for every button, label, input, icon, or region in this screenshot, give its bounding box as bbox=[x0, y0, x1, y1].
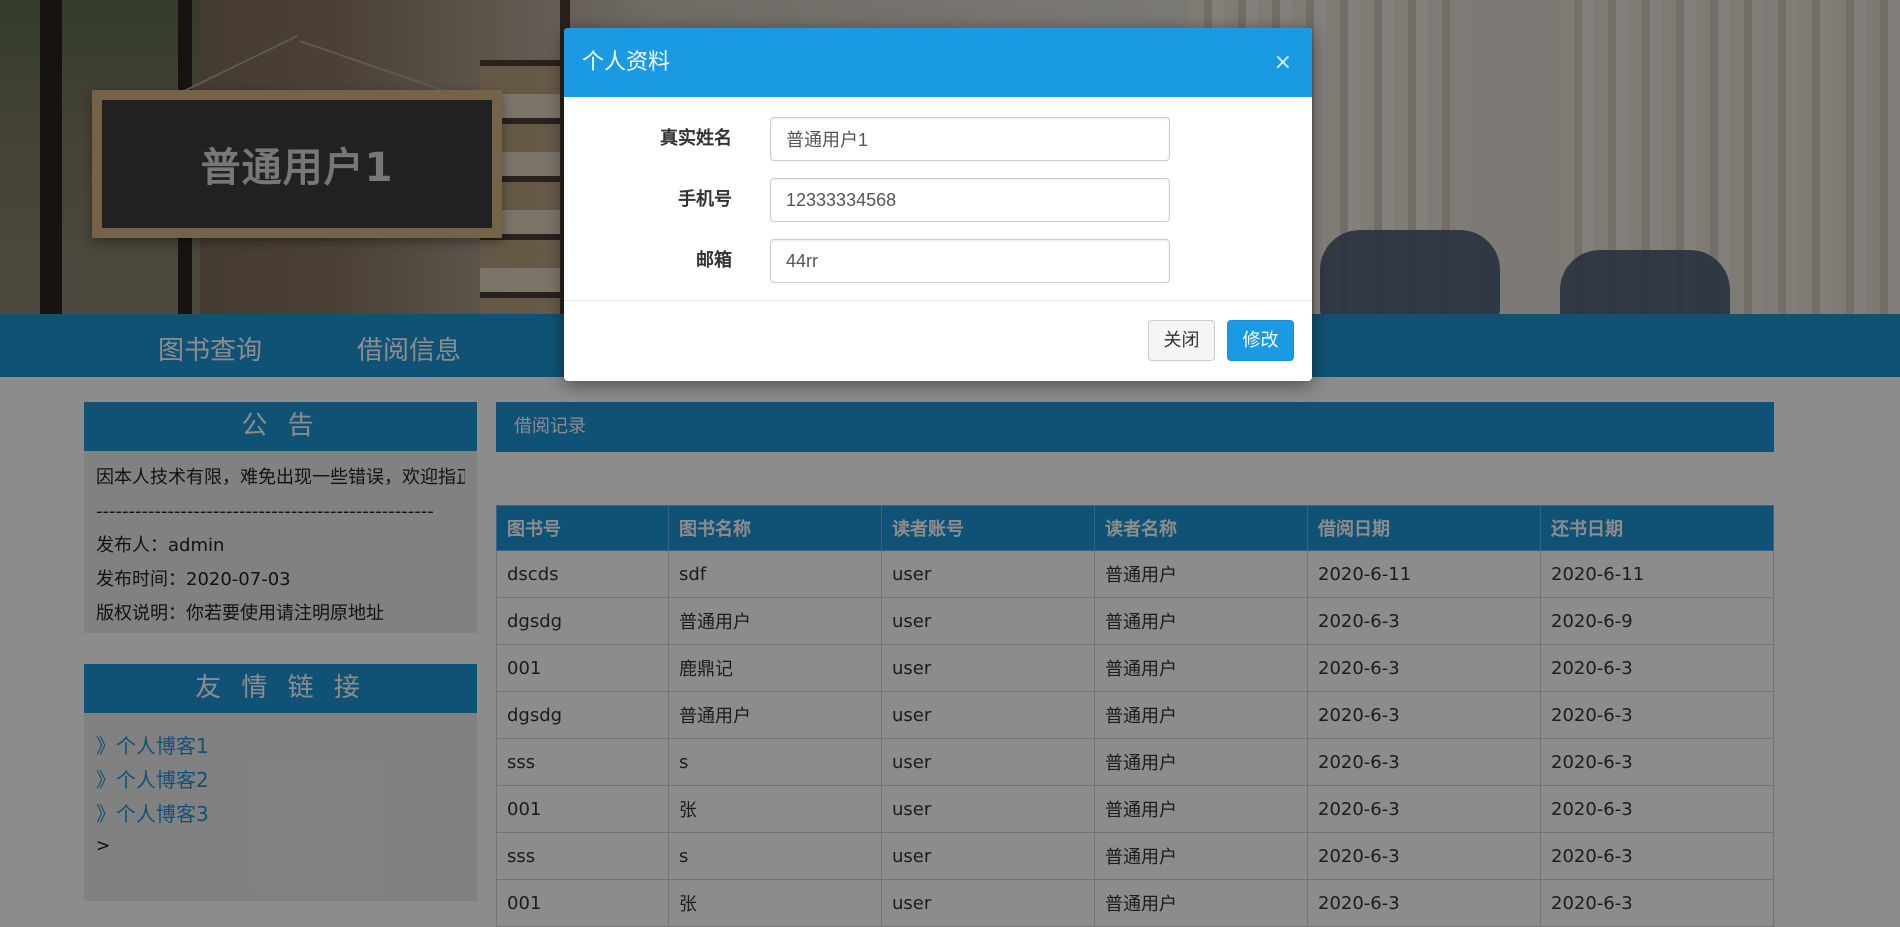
form-row-phone: 手机号 bbox=[564, 178, 1312, 222]
close-button[interactable]: 关闭 bbox=[1148, 320, 1215, 361]
realname-input[interactable] bbox=[770, 117, 1170, 161]
modal-header: 个人资料 × bbox=[564, 28, 1312, 97]
form-row-email: 邮箱 bbox=[564, 239, 1312, 283]
profile-modal: 个人资料 × 真实姓名 手机号 邮箱 关闭 修改 bbox=[564, 28, 1312, 381]
realname-label: 真实姓名 bbox=[660, 128, 732, 149]
form-row-realname: 真实姓名 bbox=[564, 117, 1312, 161]
phone-label: 手机号 bbox=[678, 189, 732, 210]
email-label: 邮箱 bbox=[696, 250, 732, 271]
save-button[interactable]: 修改 bbox=[1227, 320, 1294, 361]
email-input[interactable] bbox=[770, 239, 1170, 283]
modal-title: 个人资料 bbox=[582, 50, 671, 75]
phone-input[interactable] bbox=[770, 178, 1170, 222]
close-icon[interactable]: × bbox=[1274, 28, 1292, 97]
modal-divider bbox=[564, 300, 1312, 301]
